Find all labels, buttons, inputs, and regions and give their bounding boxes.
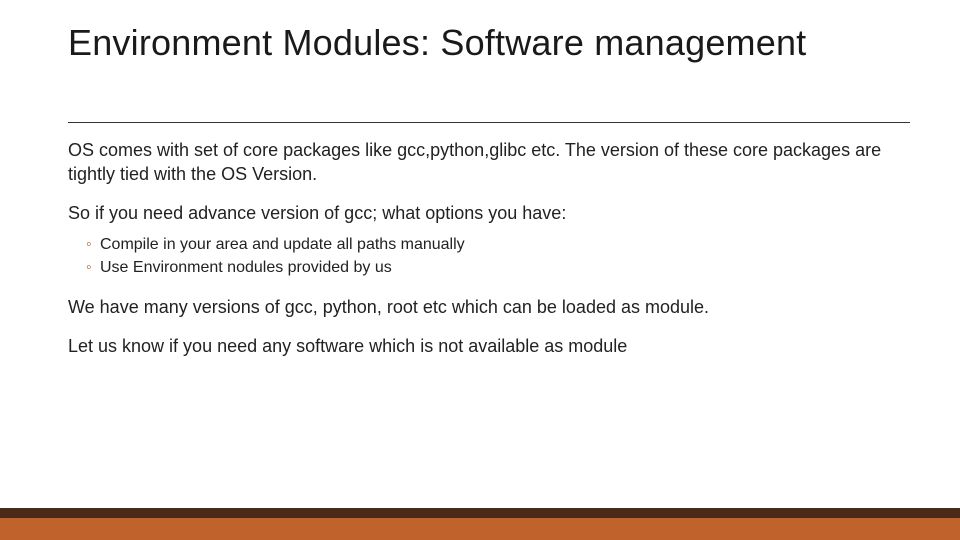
slide-title: Environment Modules: Software management [68,22,806,64]
paragraph: So if you need advance version of gcc; w… [68,201,910,225]
paragraph: OS comes with set of core packages like … [68,138,910,187]
list-item: Compile in your area and update all path… [86,233,910,256]
list-item: Use Environment nodules provided by us [86,256,910,279]
footer-stripe-dark [0,508,960,518]
slide: Environment Modules: Software management… [0,0,960,540]
slide-body: OS comes with set of core packages like … [68,138,910,372]
title-underline [68,122,910,123]
footer-stripe-orange [0,518,960,540]
paragraph: Let us know if you need any software whi… [68,334,910,358]
footer-bar [0,508,960,540]
paragraph: We have many versions of gcc, python, ro… [68,295,910,319]
bullet-list: Compile in your area and update all path… [68,233,910,279]
